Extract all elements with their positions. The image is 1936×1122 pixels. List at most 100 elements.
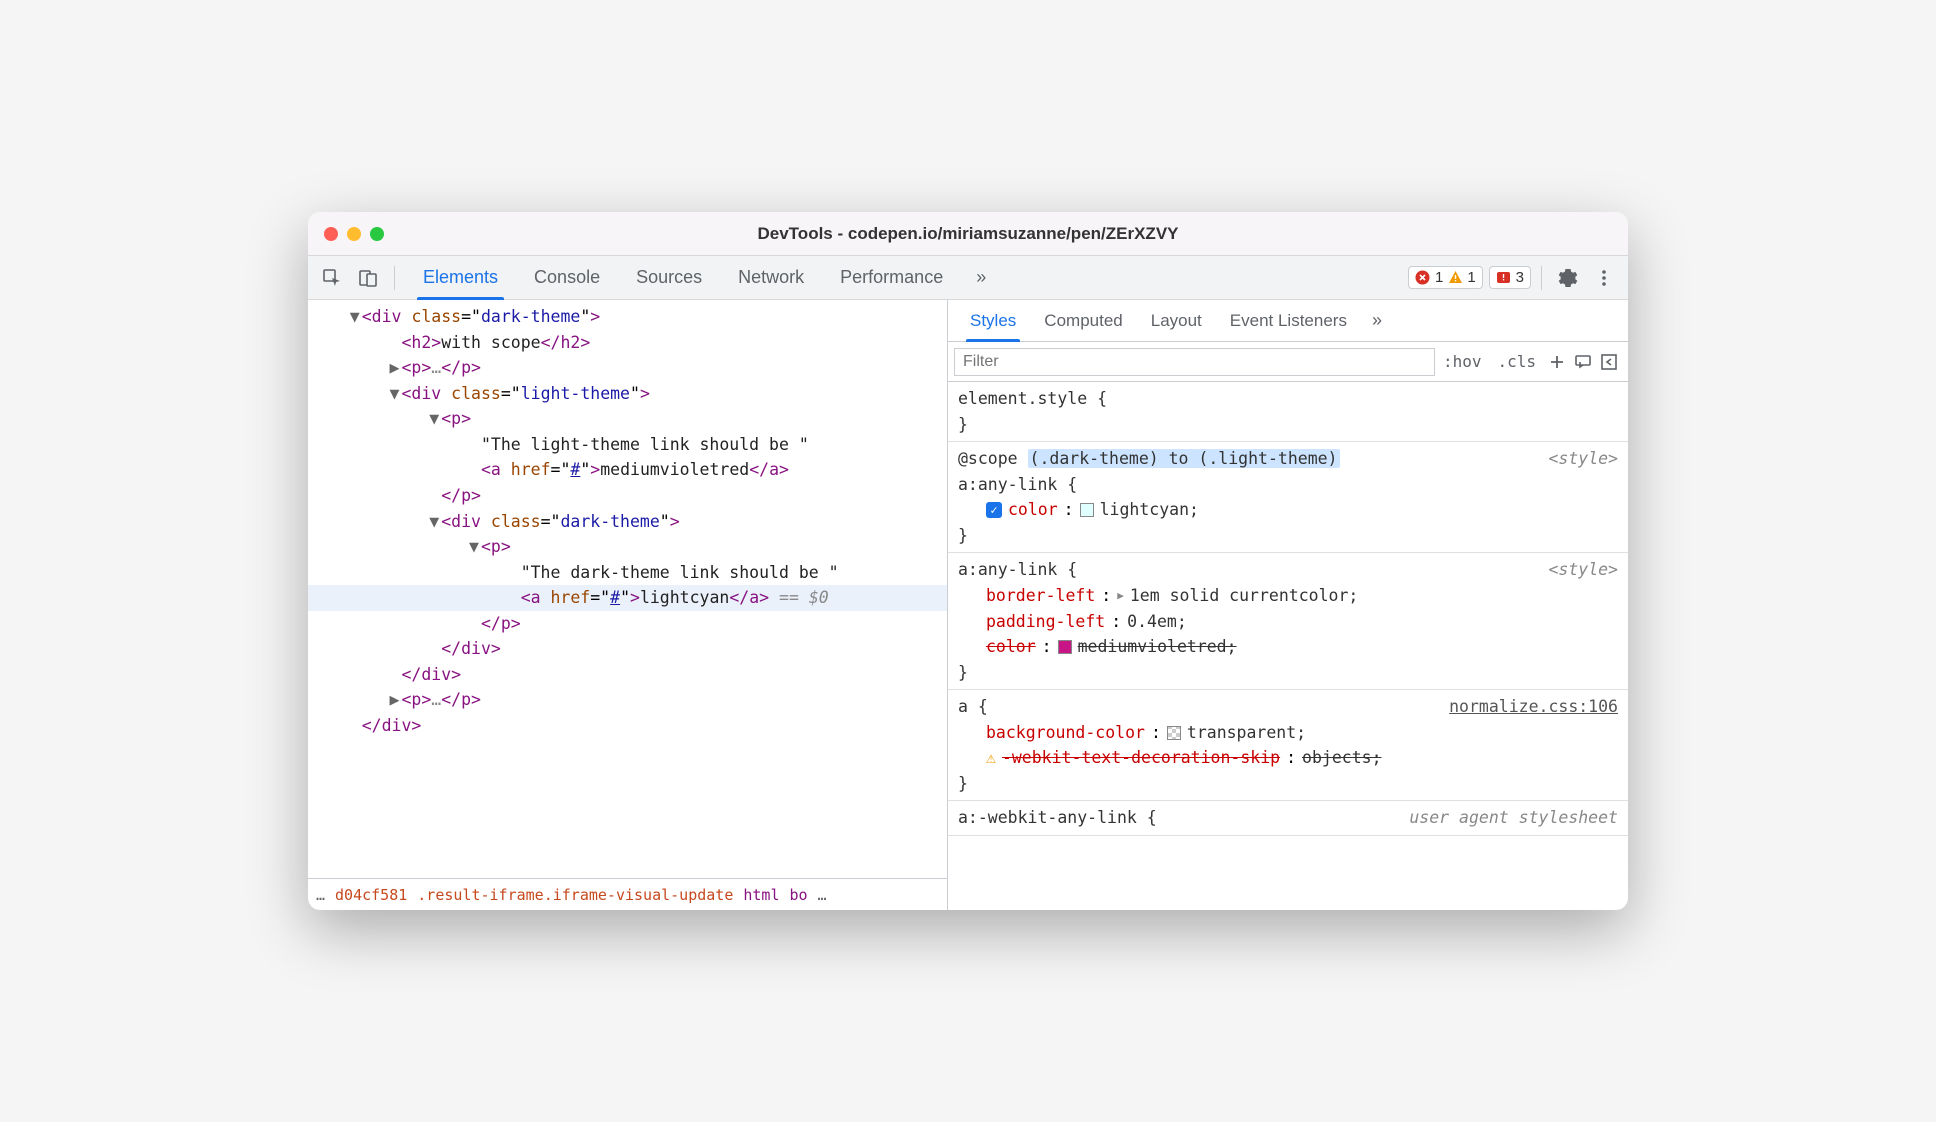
main-tabs: ElementsConsoleSourcesNetworkPerformance [405,256,961,300]
styles-tab-styles[interactable]: Styles [956,300,1030,342]
devtools-window: DevTools - codepen.io/miriamsuzanne/pen/… [308,212,1628,910]
css-rule[interactable]: <style>a:any-link {border-left:▶1em soli… [948,553,1628,690]
maximize-window-button[interactable] [370,227,384,241]
rule-close: } [958,660,1618,686]
expand-icon[interactable]: ▶ [1117,587,1124,604]
css-rule[interactable]: user agent stylesheeta:-webkit-any-link … [948,801,1628,836]
content-area: ▼<div class="dark-theme"> <h2>with scope… [308,300,1628,910]
filter-bar: :hov .cls [948,342,1628,382]
css-declaration[interactable]: ✓color:lightcyan; [958,497,1618,523]
issues-badge[interactable]: 3 [1489,266,1531,289]
breadcrumb-item[interactable]: .result-iframe.iframe-visual-update [417,886,733,904]
breadcrumb-bar[interactable]: … d04cf581 .result-iframe.iframe-visual-up… [308,878,947,910]
css-rule[interactable]: normalize.css:106a {background-color:tra… [948,690,1628,801]
breadcrumb-item[interactable]: bo [789,886,807,904]
dom-node[interactable]: ▼<div class="dark-theme"> [308,304,947,330]
toggle-icon[interactable]: ▼ [427,406,441,432]
main-tab-network[interactable]: Network [720,256,822,300]
styles-tab-event-listeners[interactable]: Event Listeners [1216,300,1361,342]
css-declaration[interactable]: border-left:▶1em solid currentcolor; [958,583,1618,609]
main-tab-elements[interactable]: Elements [405,256,516,300]
computed-pane-icon[interactable] [1596,346,1622,378]
dom-node[interactable]: ▼<p> [308,406,947,432]
color-swatch[interactable] [1167,726,1181,740]
color-swatch[interactable] [1080,503,1094,517]
prop-value: 1em solid currentcolor; [1130,583,1358,609]
dom-node[interactable]: ▶<p>…</p> [308,687,947,713]
css-rule[interactable]: <style>@scope (.dark-theme) to (.light-t… [948,442,1628,553]
more-tabs-icon[interactable]: » [965,262,997,294]
minimize-window-button[interactable] [347,227,361,241]
close-window-button[interactable] [324,227,338,241]
kebab-menu-icon[interactable] [1588,262,1620,294]
format-icon[interactable] [1570,346,1596,378]
rule-close: } [958,412,1618,438]
toggle-icon[interactable]: ▼ [467,534,481,560]
titlebar: DevTools - codepen.io/miriamsuzanne/pen/… [308,212,1628,256]
css-declaration[interactable]: color:mediumvioletred; [958,634,1618,660]
dom-node[interactable]: ▼<div class="dark-theme"> [308,509,947,535]
rule-selector[interactable]: a:any-link { [958,557,1618,583]
prop-value: transparent; [1187,720,1306,746]
main-toolbar: ElementsConsoleSourcesNetworkPerformance… [308,256,1628,300]
new-rule-icon[interactable] [1544,346,1570,378]
dom-node[interactable]: <a href="#">mediumvioletred</a> [308,457,947,483]
rule-source[interactable]: user agent stylesheet [1409,805,1618,831]
css-declaration[interactable]: padding-left:0.4em; [958,609,1618,635]
cls-toggle[interactable]: .cls [1489,352,1544,371]
breadcrumb-item[interactable]: html [743,886,779,904]
dom-node[interactable]: <h2>with scope</h2> [308,330,947,356]
dom-node[interactable]: </div> [308,636,947,662]
main-tab-performance[interactable]: Performance [822,256,961,300]
breadcrumb-item[interactable]: d04cf581 [335,886,407,904]
dom-node[interactable]: <a href="#">lightcyan</a> == $0 [308,585,947,611]
dom-node[interactable]: ▼<p> [308,534,947,560]
styles-filter-input[interactable] [954,348,1435,376]
styles-tabs: StylesComputedLayoutEvent Listeners» [948,300,1628,342]
breadcrumb-prefix: … [316,886,325,904]
error-warning-badge[interactable]: 1 1 [1408,266,1483,289]
breadcrumb-item[interactable]: … [818,886,827,904]
toggle-icon[interactable]: ▶ [387,355,401,381]
hov-toggle[interactable]: :hov [1435,352,1490,371]
rule-selector[interactable]: a:any-link { [958,472,1618,498]
prop-name: -webkit-text-decoration-skip [1002,745,1280,771]
separator [394,266,395,290]
dom-node[interactable]: "The dark-theme link should be " [308,560,947,586]
css-declaration[interactable]: background-color:transparent; [958,720,1618,746]
css-rule[interactable]: element.style {} [948,382,1628,442]
toggle-icon[interactable]: ▼ [387,381,401,407]
toggle-icon[interactable]: ▼ [348,304,362,330]
rule-source[interactable]: normalize.css:106 [1449,694,1618,720]
dom-node[interactable]: </div> [308,662,947,688]
dom-node[interactable]: </p> [308,483,947,509]
inspect-element-icon[interactable] [316,262,348,294]
rule-selector[interactable]: element.style { [958,386,1618,412]
main-tab-sources[interactable]: Sources [618,256,720,300]
css-declaration[interactable]: ⚠-webkit-text-decoration-skip:objects; [958,745,1618,771]
settings-icon[interactable] [1552,262,1584,294]
more-styles-tabs-icon[interactable]: » [1361,305,1393,337]
rule-source[interactable]: <style> [1548,557,1618,583]
dom-node[interactable]: </div> [308,713,947,739]
device-toggle-icon[interactable] [352,262,384,294]
rule-source[interactable]: <style> [1548,446,1618,472]
dom-node[interactable]: </p> [308,611,947,637]
toggle-icon[interactable]: ▼ [427,509,441,535]
dom-node[interactable]: ▼<div class="light-theme"> [308,381,947,407]
color-swatch[interactable] [1058,640,1072,654]
prop-name: color [1008,497,1058,523]
separator [1541,266,1542,290]
dom-node[interactable]: "The light-theme link should be " [308,432,947,458]
prop-name: border-left [986,583,1095,609]
main-tab-console[interactable]: Console [516,256,618,300]
dom-tree[interactable]: ▼<div class="dark-theme"> <h2>with scope… [308,300,947,878]
prop-checkbox-icon[interactable]: ✓ [986,502,1002,518]
dom-node[interactable]: ▶<p>…</p> [308,355,947,381]
styles-rules[interactable]: element.style {}<style>@scope (.dark-the… [948,382,1628,910]
warning-icon [1447,270,1463,286]
styles-tab-computed[interactable]: Computed [1030,300,1136,342]
toggle-icon[interactable]: ▶ [387,687,401,713]
styles-tab-layout[interactable]: Layout [1137,300,1216,342]
rule-close: } [958,771,1618,797]
